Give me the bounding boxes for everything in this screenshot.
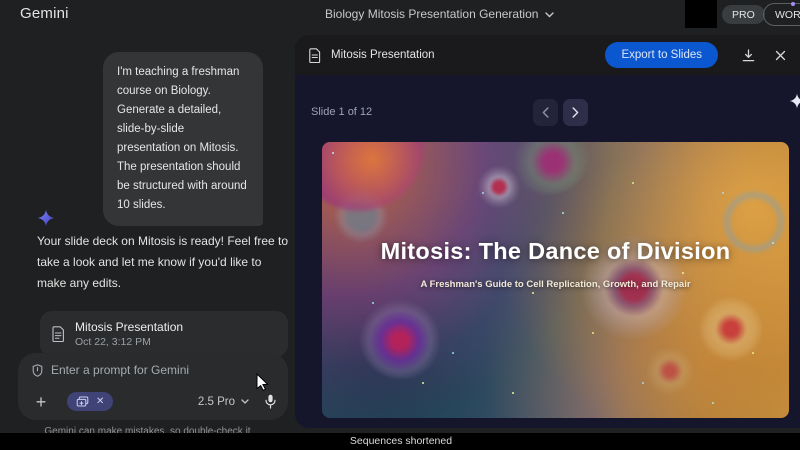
model-label: 2.5 Pro xyxy=(198,396,235,408)
gemini-sparkle-icon xyxy=(36,208,56,228)
prompt-input[interactable]: Enter a prompt for Gemini xyxy=(51,363,189,377)
mouse-cursor xyxy=(256,373,270,391)
panel-header: Mitosis Presentation Export to Slides xyxy=(295,35,800,75)
redacted-box xyxy=(685,0,717,28)
close-icon[interactable] xyxy=(775,50,786,61)
previous-slide-button[interactable] xyxy=(533,99,558,126)
slides-chip-icon xyxy=(76,396,89,408)
sparkle-icon[interactable] xyxy=(788,92,800,110)
notification-dot xyxy=(791,2,795,6)
next-slide-button[interactable] xyxy=(563,99,588,126)
attachment-timestamp: Oct 22, 3:12 PM xyxy=(75,335,183,349)
work-button[interactable]: WORK xyxy=(763,3,800,26)
attachment-texts: Mitosis Presentation Oct 22, 3:12 PM xyxy=(75,320,183,349)
attachment-title: Mitosis Presentation xyxy=(75,320,183,335)
slide-subtitle: A Freshman's Guide to Cell Replication, … xyxy=(322,279,789,290)
export-to-slides-button[interactable]: Export to Slides xyxy=(605,42,718,68)
document-icon xyxy=(309,48,321,63)
cell-shape xyxy=(696,294,766,364)
assistant-message: Your slide deck on Mitosis is ready! Fee… xyxy=(37,231,289,294)
slide-title: Mitosis: The Dance of Division xyxy=(322,238,789,265)
prompt-composer[interactable]: Enter a prompt for Gemini + ✕ 2.5 Pro xyxy=(18,353,288,420)
prompt-icon xyxy=(32,364,43,377)
cell-shape xyxy=(322,142,424,211)
cell-shape xyxy=(640,341,700,401)
gemini-logo[interactable]: Gemini xyxy=(20,5,69,22)
chip-close-icon[interactable]: ✕ xyxy=(96,397,104,407)
presentation-panel: Mitosis Presentation Export to Slides Sl… xyxy=(295,35,800,428)
canvas-chip[interactable]: ✕ xyxy=(67,392,113,411)
chevron-right-icon xyxy=(572,107,579,118)
document-icon xyxy=(52,326,65,342)
user-message-bubble: I'm teaching a freshman course on Biolog… xyxy=(103,52,263,226)
disclaimer-text: Gemini can make mistakes, so double-chec… xyxy=(0,426,295,433)
microphone-icon[interactable] xyxy=(265,394,276,409)
pro-badge: PRO xyxy=(722,5,765,24)
panel-title: Mitosis Presentation xyxy=(331,49,435,61)
model-selector[interactable]: 2.5 Pro xyxy=(198,396,249,408)
chevron-left-icon xyxy=(542,107,549,118)
attachment-card[interactable]: Mitosis Presentation Oct 22, 3:12 PM xyxy=(40,311,288,357)
slide-counter: Slide 1 of 12 xyxy=(311,106,372,118)
slide-caption: Mitosis: The Dance of Division A Freshma… xyxy=(322,238,789,290)
status-text: Sequences shortened xyxy=(1,435,800,447)
cell-shape xyxy=(359,294,444,379)
chevron-down-icon xyxy=(545,12,554,18)
download-icon[interactable] xyxy=(742,49,755,62)
conversation-title: Biology Mitosis Presentation Generation xyxy=(325,7,538,21)
slide-preview[interactable]: Mitosis: The Dance of Division A Freshma… xyxy=(322,142,789,418)
conversation-title-dropdown[interactable]: Biology Mitosis Presentation Generation xyxy=(325,7,554,21)
top-bar: Gemini Biology Mitosis Presentation Gene… xyxy=(0,0,800,30)
specks xyxy=(332,152,334,154)
add-attachment-button[interactable]: + xyxy=(32,394,50,410)
gemini-app: Gemini Biology Mitosis Presentation Gene… xyxy=(0,0,800,450)
chevron-down-icon xyxy=(241,399,249,404)
